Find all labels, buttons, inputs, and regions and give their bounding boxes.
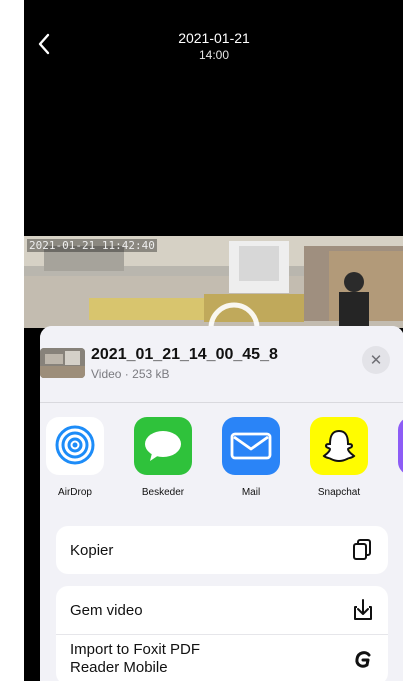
mail-icon — [222, 417, 280, 475]
screen: 2021-01-21 14:00 2021-01-21 11:42:40 202… — [24, 0, 403, 681]
share-app-snapchat[interactable]: Snapchat — [304, 417, 374, 498]
file-meta: Video · 253 kB — [91, 367, 170, 381]
foxit-icon — [355, 651, 371, 668]
foxit-label: Import to Foxit PDF Reader Mobile — [70, 641, 201, 676]
share-app-messages[interactable]: Beskeder — [128, 417, 198, 498]
app-label: Snapchat — [317, 487, 361, 498]
app-label: M — [392, 487, 403, 498]
copy-icon — [353, 539, 371, 560]
app-row: AirDrop Beskeder Mail Snapchat — [40, 417, 403, 517]
share-app-mail[interactable]: Mail — [216, 417, 286, 498]
share-app-airdrop[interactable]: AirDrop — [40, 417, 110, 498]
messages-icon — [134, 417, 192, 475]
save-icon — [354, 599, 372, 620]
thumbnail-icon — [40, 348, 85, 378]
foxit-action[interactable]: Import to Foxit PDF Reader Mobile — [56, 635, 388, 681]
close-button[interactable]: ✕ — [362, 346, 390, 374]
divider — [40, 402, 403, 403]
close-icon: ✕ — [369, 352, 383, 369]
header-title: 2021-01-21 14:00 — [24, 30, 403, 64]
copy-label: Kopier — [70, 541, 114, 559]
copy-action[interactable]: Kopier — [56, 526, 388, 574]
share-sheet: 2021_01_21_14_00_45_8 Video · 253 kB ✕ A… — [40, 326, 403, 681]
share-app-partial[interactable]: M — [392, 417, 403, 498]
snapchat-icon — [310, 417, 368, 475]
video-preview[interactable]: 2021-01-21 11:42:40 — [24, 236, 403, 328]
video-timestamp: 2021-01-21 11:42:40 — [27, 239, 157, 252]
app-label: Beskeder — [141, 487, 185, 498]
actions-card: Gem video Import to Foxit PDF Reader Mob… — [56, 586, 388, 681]
app-label: Mail — [241, 487, 261, 498]
share-header: 2021_01_21_14_00_45_8 Video · 253 kB ✕ — [40, 326, 403, 396]
header-time: 14:00 — [198, 48, 230, 62]
airdrop-icon — [46, 417, 104, 475]
app-label: AirDrop — [58, 487, 92, 498]
top-bar: 2021-01-21 14:00 — [24, 0, 403, 236]
header-date: 2021-01-21 — [178, 30, 250, 46]
file-thumbnail — [40, 348, 85, 378]
partial-app-icon — [398, 417, 403, 475]
save-video-action[interactable]: Gem video — [56, 586, 388, 635]
save-video-label: Gem video — [70, 601, 143, 619]
file-name: 2021_01_21_14_00_45_8 — [91, 346, 278, 363]
copy-card: Kopier — [56, 526, 388, 574]
